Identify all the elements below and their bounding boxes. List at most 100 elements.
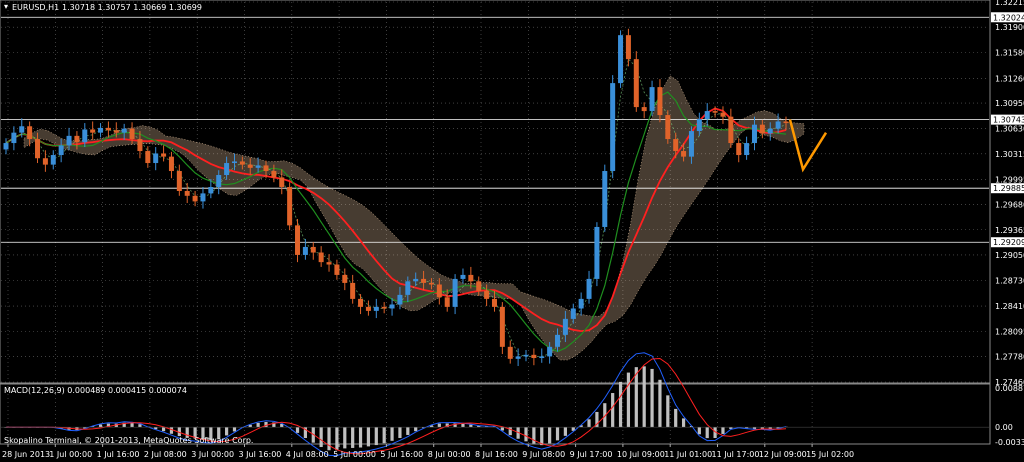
candle-body — [744, 143, 750, 156]
candle-body — [696, 119, 702, 132]
candle-body — [452, 278, 458, 307]
candle-body — [405, 281, 411, 295]
macd-bar — [351, 427, 355, 448]
time-tick-label: 15 Jul 02:00 — [806, 450, 854, 459]
candle-body — [208, 187, 214, 194]
candle-body — [231, 161, 237, 164]
price-level-label: 1.32024 — [993, 13, 1024, 22]
time-tick-label: 9 Jul 08:00 — [522, 450, 565, 459]
candle-body — [113, 130, 119, 133]
candle-body — [192, 195, 198, 202]
time-tick-label: 3 Jul 00:00 — [191, 450, 234, 459]
candle-body — [74, 135, 80, 143]
candle-body — [224, 163, 230, 176]
candle-body — [271, 171, 277, 178]
price-tick-label: 1.30630 — [995, 125, 1024, 134]
time-tick-label: 10 Jul 09:00 — [617, 450, 665, 459]
candle-body — [42, 158, 48, 165]
price-tick-label: 1.28410 — [995, 302, 1024, 311]
candle-body — [539, 356, 545, 359]
candle-body — [618, 35, 624, 84]
macd-bar — [98, 424, 103, 428]
candle-body — [3, 143, 9, 150]
candle-body — [145, 151, 151, 164]
macd-bar — [587, 419, 591, 428]
time-tick-label: 1 Jul 16:00 — [97, 450, 140, 459]
price-tick-label: 1.30315 — [995, 150, 1024, 159]
macd-label: MACD(12,26,9) 0.000489 0.000415 0.000074 — [4, 386, 187, 395]
candle-body — [704, 111, 710, 120]
time-tick-label: 1 Jul 00:00 — [49, 450, 92, 459]
price-tick-label: 1.27460 — [995, 378, 1024, 387]
candle-body — [19, 126, 25, 133]
copyright-text: Skopalino Terminal, © 2001-2013, MetaQuo… — [4, 436, 253, 445]
candle-body — [287, 187, 293, 226]
candle-body — [751, 124, 757, 144]
candle-body — [350, 282, 356, 299]
candle-body — [783, 121, 789, 124]
time-tick-label: 28 Jun 2013 — [2, 450, 50, 459]
macd-bar — [563, 427, 567, 436]
candle-body — [176, 171, 182, 192]
time-tick-label: 9 Jul 17:00 — [570, 450, 613, 459]
candle-body — [98, 127, 104, 133]
macd-bar — [705, 427, 709, 439]
macd-bar — [406, 427, 410, 435]
candle-body — [358, 298, 364, 307]
dropdown-icon[interactable]: ▾ — [4, 2, 8, 11]
candle-body — [279, 177, 285, 188]
candle-body — [381, 306, 387, 309]
candle-body — [491, 298, 497, 307]
candle-body — [247, 164, 253, 168]
macd-bar — [232, 427, 237, 432]
candle-body — [11, 132, 17, 144]
candle-body — [720, 112, 726, 117]
candle-body — [295, 225, 301, 255]
candle-body — [129, 128, 135, 140]
macd-bar — [674, 408, 678, 428]
price-tick-label: 1.31900 — [995, 23, 1024, 32]
macd-bar — [658, 379, 662, 428]
candle-body — [759, 124, 765, 134]
macd-bar — [295, 427, 300, 433]
candle-body — [436, 284, 442, 298]
candle-body — [657, 87, 663, 116]
candle-body — [712, 111, 718, 113]
price-tick-label: 1.27780 — [995, 352, 1024, 361]
candle-body — [547, 346, 553, 357]
candle-body — [50, 155, 56, 165]
candle-body — [373, 306, 379, 311]
time-tick-label: 2 Jul 08:00 — [144, 450, 187, 459]
time-tick-label: 12 Jul 09:00 — [759, 450, 807, 459]
macd-bar — [642, 366, 646, 428]
macd-bar — [437, 423, 441, 428]
candle-body — [168, 156, 174, 172]
macd-bar — [225, 427, 229, 436]
candle-body — [184, 191, 190, 196]
symbol-label: EURUSD,H1 — [12, 3, 59, 12]
macd-bar — [461, 423, 465, 428]
time-tick-label: 5 Jul 00:00 — [333, 450, 376, 459]
macd-bar — [626, 372, 631, 428]
candle-body — [570, 308, 576, 319]
candle-body — [161, 153, 167, 157]
price-tick-label: 1.29365 — [995, 226, 1024, 235]
price-tick-label: 1.28730 — [995, 277, 1024, 286]
candle-body — [460, 274, 466, 279]
macd-bar — [414, 427, 418, 432]
time-tick-label: 8 Jul 00:00 — [428, 450, 471, 459]
price-tick-label: 1.28095 — [995, 327, 1024, 336]
macd-bar — [130, 423, 134, 428]
macd-bar — [666, 395, 670, 428]
candle-body — [515, 356, 521, 359]
price-tick-label: 1.29995 — [995, 175, 1024, 184]
macd-bar — [540, 427, 544, 446]
candle-body — [389, 304, 395, 309]
macd-bar — [469, 424, 473, 428]
candle-body — [263, 165, 269, 172]
macd-bar — [256, 422, 260, 428]
candle-body — [507, 346, 513, 359]
main-panel — [0, 0, 991, 384]
candle-body — [413, 278, 419, 282]
candle-body — [153, 153, 159, 164]
